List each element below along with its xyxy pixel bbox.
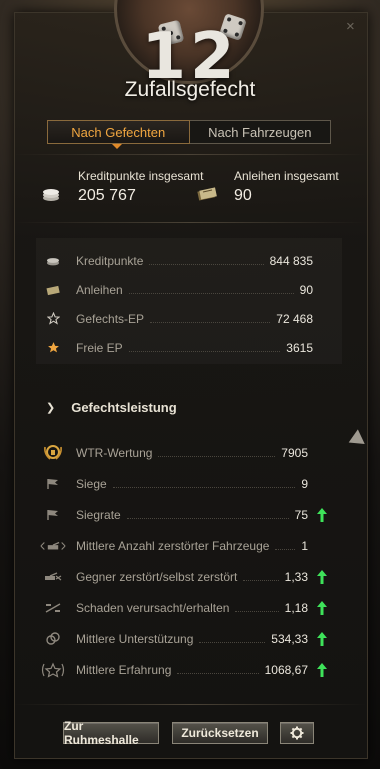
earnings-list: Kreditpunkte 844 835 Anleihen 90 Gefechts-EP… bbox=[40, 246, 330, 362]
bonds-total-value: 90 bbox=[234, 187, 252, 204]
stat-value: 75 bbox=[294, 507, 308, 522]
performance-list: WTR-Wertung 7905 Siege 9 Siegrate 75 Mittlere … bbox=[40, 437, 330, 685]
stat-label: Freie EP bbox=[76, 340, 123, 355]
reset-button[interactable]: Zurücksetzen bbox=[172, 722, 268, 744]
bonds-icon bbox=[40, 284, 66, 296]
footer-bar: Zur Ruhmeshalle Zurücksetzen bbox=[0, 719, 380, 747]
trend-up-arrow-icon bbox=[314, 569, 330, 584]
stat-value: 534,33 bbox=[271, 631, 308, 646]
dotted-leader bbox=[243, 580, 279, 581]
stat-label: Kreditpunkte bbox=[76, 253, 144, 268]
destroyed-tanks-icon bbox=[40, 540, 66, 552]
stat-value: 1 bbox=[301, 538, 308, 553]
divider bbox=[14, 704, 366, 705]
performance-row: Gegner zerstört/selbst zerstört 1,33 bbox=[40, 561, 330, 592]
stat-label: Anleihen bbox=[76, 282, 123, 297]
stat-label: Schaden verursacht/erhalten bbox=[76, 600, 230, 615]
dotted-leader bbox=[199, 642, 266, 643]
divider bbox=[14, 154, 366, 155]
dotted-leader bbox=[275, 549, 296, 550]
bonds-icon bbox=[197, 187, 217, 201]
assist-icon bbox=[40, 631, 66, 646]
earnings-row: Anleihen 90 bbox=[40, 275, 330, 304]
gear-icon bbox=[290, 726, 304, 740]
earnings-row: Gefechts-EP 72 468 bbox=[40, 304, 330, 333]
credits-total-label: Kreditpunkte insgesamt bbox=[78, 169, 204, 183]
stat-label: Mittlere Anzahl zerstörter Fahrzeuge bbox=[76, 538, 270, 553]
tab-by-battles[interactable]: Nach Gefechten bbox=[47, 120, 190, 144]
dotted-leader bbox=[128, 293, 294, 294]
performance-section-header[interactable]: ❯ Gefechtsleistung bbox=[46, 400, 177, 415]
credits-icon bbox=[43, 189, 59, 201]
dotted-leader bbox=[112, 487, 296, 488]
performance-row: WTR-Wertung 7905 bbox=[40, 437, 330, 468]
trend-up-arrow-icon bbox=[314, 600, 330, 615]
wtr-rating-icon bbox=[40, 444, 66, 462]
dotted-leader bbox=[128, 351, 281, 352]
flag-icon bbox=[40, 478, 66, 490]
performance-row: Siegrate 75 bbox=[40, 499, 330, 530]
stat-label: Gegner zerstört/selbst zerstört bbox=[76, 569, 238, 584]
dotted-leader bbox=[149, 264, 264, 265]
kill-death-ratio-icon bbox=[40, 571, 66, 583]
performance-section-title: Gefechtsleistung bbox=[71, 400, 177, 415]
stat-label: Gefechts-EP bbox=[76, 311, 145, 326]
settings-button[interactable] bbox=[280, 722, 314, 744]
tab-by-vehicles[interactable]: Nach Fahrzeugen bbox=[190, 121, 331, 143]
bonds-total-label: Anleihen insgesamt bbox=[234, 169, 339, 183]
totals-summary: Kreditpunkte insgesamt 205 767 Anleihen … bbox=[0, 162, 380, 212]
performance-row: Mittlere Unterstützung 534,33 bbox=[40, 623, 330, 654]
stat-label: Mittlere Erfahrung bbox=[76, 662, 172, 677]
performance-row: Schaden verursacht/erhalten 1,18 bbox=[40, 592, 330, 623]
flag-icon bbox=[40, 509, 66, 521]
divider bbox=[14, 222, 366, 223]
stat-value: 72 468 bbox=[276, 311, 313, 326]
credits-icon bbox=[40, 256, 66, 266]
close-icon[interactable]: × bbox=[346, 18, 355, 35]
dotted-leader bbox=[235, 611, 279, 612]
stat-value: 844 835 bbox=[269, 253, 313, 268]
trend-up-arrow-icon bbox=[314, 662, 330, 677]
credits-total-value: 205 767 bbox=[78, 187, 136, 204]
stat-value: 9 bbox=[301, 476, 308, 491]
stat-value: 1,18 bbox=[284, 600, 308, 615]
stat-value: 1,33 bbox=[284, 569, 308, 584]
stat-label: Siege bbox=[76, 476, 107, 491]
earnings-row: Freie EP 3615 bbox=[40, 333, 330, 362]
stat-label: WTR-Wertung bbox=[76, 445, 153, 460]
active-tab-marker bbox=[112, 144, 122, 149]
dotted-leader bbox=[150, 322, 271, 323]
free-xp-star-icon bbox=[40, 341, 66, 354]
damage-ratio-icon bbox=[40, 602, 66, 614]
performance-row: Mittlere Erfahrung 1068,67 bbox=[40, 654, 330, 685]
performance-row: Mittlere Anzahl zerstörter Fahrzeuge 1 bbox=[40, 530, 330, 561]
earnings-row: Kreditpunkte 844 835 bbox=[40, 246, 330, 275]
trend-up-arrow-icon bbox=[314, 507, 330, 522]
stat-value: 3615 bbox=[286, 340, 313, 355]
dotted-leader bbox=[126, 518, 289, 519]
battle-type-title: Zufallsgefecht bbox=[124, 78, 256, 101]
dotted-leader bbox=[158, 456, 276, 457]
stat-value: 90 bbox=[299, 282, 313, 297]
stat-value: 7905 bbox=[281, 445, 308, 460]
experience-icon bbox=[40, 662, 66, 678]
trend-up-arrow-icon bbox=[314, 631, 330, 646]
view-tabs: Nach Gefechten Nach Fahrzeugen bbox=[47, 120, 331, 144]
chevron-down-icon: ❯ bbox=[46, 402, 56, 414]
performance-row: Siege 9 bbox=[40, 468, 330, 499]
battle-xp-star-icon bbox=[40, 312, 66, 325]
stat-value: 1068,67 bbox=[264, 662, 308, 677]
dotted-leader bbox=[177, 673, 259, 674]
stat-label: Mittlere Unterstützung bbox=[76, 631, 194, 646]
hall-of-fame-button[interactable]: Zur Ruhmeshalle bbox=[63, 719, 159, 747]
stat-label: Siegrate bbox=[76, 507, 121, 522]
